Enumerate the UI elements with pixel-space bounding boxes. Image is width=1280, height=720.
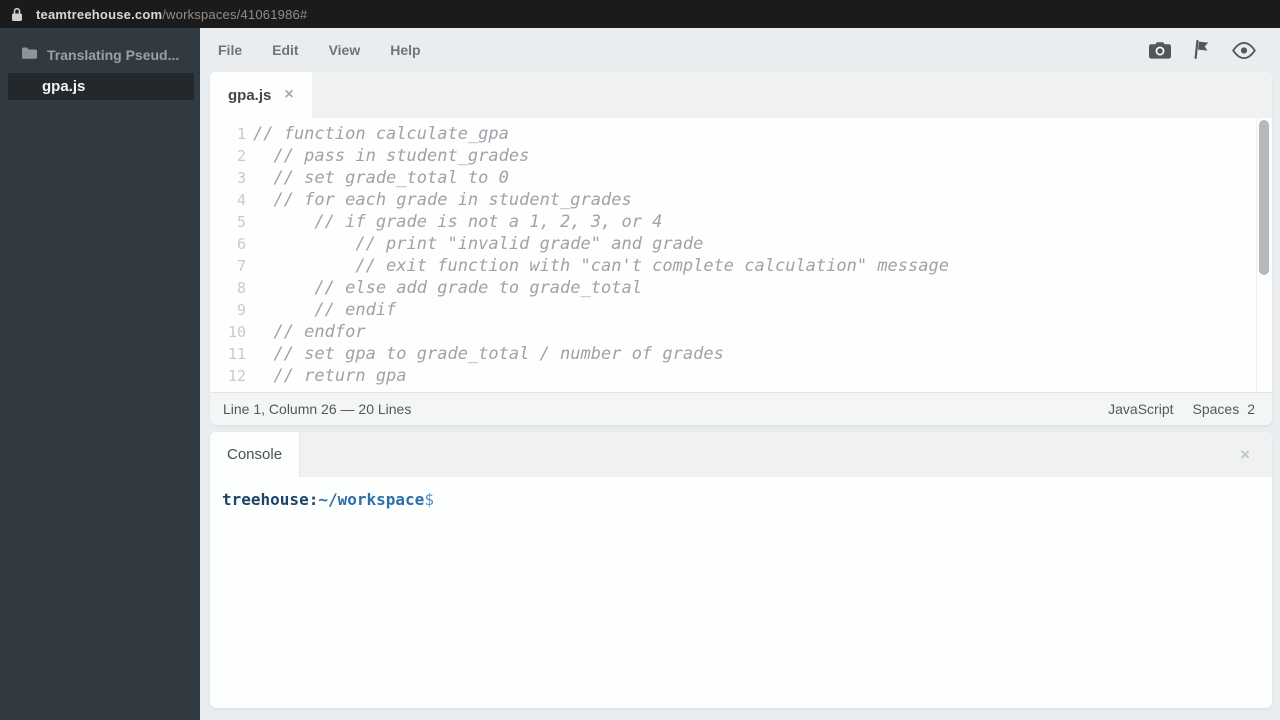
code-line: 2 // pass in student_grades <box>210 145 1272 167</box>
code-line: 3 // set grade_total to 0 <box>210 167 1272 189</box>
menu-view[interactable]: View <box>329 42 361 58</box>
terminal-prompt: treehouse:~/workspace$ <box>222 490 1272 509</box>
browser-address-bar: teamtreehouse.com/workspaces/41061986# <box>0 0 1280 28</box>
line-number: 11 <box>227 345 246 363</box>
terminal-area[interactable]: treehouse:~/workspace$ <box>210 477 1272 708</box>
code-comment-text: // endfor <box>253 322 366 342</box>
tab-gpa-js[interactable]: gpa.js × <box>210 72 312 118</box>
menu-help[interactable]: Help <box>390 42 420 58</box>
code-comment-text: // set gpa to grade_total / number of gr… <box>253 344 724 364</box>
code-line: 11 // set gpa to grade_total / number of… <box>210 343 1272 365</box>
file-tree-sidebar: Translating Pseud... gpa.js <box>0 28 200 720</box>
editor-scrollbar-thumb[interactable] <box>1259 120 1269 275</box>
prompt-user: treehouse <box>222 490 309 509</box>
code-area[interactable]: 1// function calculate_gpa 2 // pass in s… <box>210 118 1272 392</box>
editor-menubar: File Edit View Help <box>200 28 1280 72</box>
project-folder-row[interactable]: Translating Pseud... <box>0 40 200 70</box>
url-host: teamtreehouse.com <box>36 6 163 22</box>
line-number: 12 <box>227 367 246 385</box>
console-close-icon[interactable]: × <box>1240 445 1250 465</box>
code-comment-text: // set grade_total to 0 <box>253 168 509 188</box>
url-text[interactable]: teamtreehouse.com/workspaces/41061986# <box>36 7 307 22</box>
code-comment-text: // exit function with "can't complete ca… <box>253 256 949 276</box>
lock-icon[interactable] <box>11 7 23 22</box>
sidebar-file-gpa-js[interactable]: gpa.js <box>8 73 194 100</box>
line-number: 7 <box>236 257 246 275</box>
eye-icon[interactable] <box>1232 41 1256 59</box>
console-panel: Console × treehouse:~/workspace$ <box>210 432 1272 708</box>
code-line: 10 // endfor <box>210 321 1272 343</box>
project-name: Translating Pseud... <box>47 47 180 63</box>
line-number: 1 <box>236 125 246 143</box>
line-number: 2 <box>236 147 246 165</box>
language-mode[interactable]: JavaScript <box>1108 401 1173 417</box>
prompt-dollar: $ <box>424 490 434 509</box>
code-line: 12 // return gpa <box>210 365 1272 387</box>
line-number: 3 <box>236 169 246 187</box>
line-number: 5 <box>236 213 246 231</box>
code-line: 7 // exit function with "can't complete … <box>210 255 1272 277</box>
code-editor-panel: gpa.js × 1// function calculate_gpa 2 // … <box>210 72 1272 425</box>
indent-type[interactable]: Spaces <box>1193 401 1240 417</box>
code-comment-text: // else add grade to grade_total <box>253 278 642 298</box>
code-comment-text: // if grade is not a 1, 2, 3, or 4 <box>253 212 663 232</box>
camera-icon[interactable] <box>1149 41 1171 59</box>
console-header: Console × <box>210 432 1272 477</box>
console-tab[interactable]: Console <box>210 432 301 477</box>
indent-size[interactable]: 2 <box>1247 401 1255 417</box>
code-line: 5 // if grade is not a 1, 2, 3, or 4 <box>210 211 1272 233</box>
prompt-path: ~/workspace <box>318 490 425 509</box>
code-comment-text: // return gpa <box>253 366 407 386</box>
url-path: /workspaces/41061986# <box>162 6 308 22</box>
code-comment-text: // endif <box>253 300 397 320</box>
code-comment-text: // function calculate_gpa <box>253 124 509 144</box>
code-line: 6 // print "invalid grade" and grade <box>210 233 1272 255</box>
tab-label: gpa.js <box>228 86 272 104</box>
tab-close-icon[interactable]: × <box>284 87 293 103</box>
line-number: 9 <box>236 301 246 319</box>
prompt-colon: : <box>308 490 319 509</box>
flag-icon[interactable] <box>1193 39 1210 60</box>
file-name: gpa.js <box>42 78 86 95</box>
editor-tabstrip: gpa.js × <box>210 72 1272 118</box>
code-line: 8 // else add grade to grade_total <box>210 277 1272 299</box>
line-number: 6 <box>236 235 246 253</box>
code-comment-text: // for each grade in student_grades <box>253 190 632 210</box>
cursor-position: Line 1, Column 26 — 20 Lines <box>223 401 412 417</box>
line-number: 8 <box>236 279 246 297</box>
code-lines: 1// function calculate_gpa 2 // pass in s… <box>210 123 1272 387</box>
line-number: 10 <box>227 323 246 341</box>
line-number: 4 <box>236 191 246 209</box>
folder-icon <box>22 46 37 64</box>
editor-scrollbar-track[interactable] <box>1256 118 1272 392</box>
console-tab-label: Console <box>227 446 283 463</box>
workspace-main: File Edit View Help gpa.js × 1 // functi… <box>200 28 1280 720</box>
editor-statusbar: Line 1, Column 26 — 20 Lines JavaScript … <box>210 392 1272 425</box>
code-line: 1 // function calculate_gpa <box>210 123 1272 145</box>
menu-file[interactable]: File <box>218 42 242 58</box>
code-line: 4 // for each grade in student_grades <box>210 189 1272 211</box>
code-line: 9 // endif <box>210 299 1272 321</box>
code-comment-text: // print "invalid grade" and grade <box>253 234 704 254</box>
code-comment-text: // pass in student_grades <box>253 146 530 166</box>
menu-edit[interactable]: Edit <box>272 42 298 58</box>
